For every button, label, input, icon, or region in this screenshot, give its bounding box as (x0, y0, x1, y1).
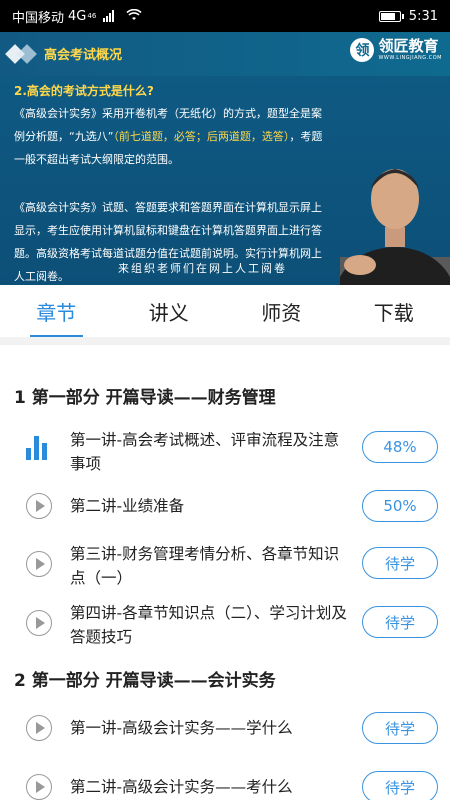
lesson-title: 第三讲-财务管理考情分析、各章节知识点（一） (70, 545, 340, 587)
brand-logo: 领 领匠教育 WWW.LINGJIANG.COM (350, 38, 442, 62)
lesson-title: 第二讲-业绩准备 (70, 497, 185, 515)
logo-url: WWW.LINGJIANG.COM (378, 55, 442, 61)
status-button[interactable]: 待学 (362, 771, 438, 800)
play-icon (26, 493, 56, 523)
section-divider (0, 337, 450, 345)
slide-paragraph-1: 《高级会计实务》采用开卷机考（无纸化）的方式，题型全是案例分析题，“九选八”（前… (14, 102, 332, 171)
slide-title: 高会考试概况 (44, 48, 123, 63)
list-item[interactable]: 第四讲-各章节知识点（二）、学习计划及答题技巧 待学 (0, 598, 450, 652)
slide-question: 2.高会的考试方式是什么? (14, 84, 154, 98)
lesson-title: 第一讲-高级会计实务——学什么 (70, 719, 293, 737)
status-button[interactable]: 待学 (362, 547, 438, 579)
tab-downloads[interactable]: 下载 (338, 285, 450, 337)
network-type: 4G (68, 8, 87, 24)
tab-bar: 章节 讲义 师资 下载 (0, 285, 450, 337)
list-item[interactable]: 第二讲-高级会计实务——考什么 待学 (0, 770, 450, 800)
logo-name: 领匠教育 (378, 37, 439, 55)
video-player[interactable]: 高会考试概况 领 领匠教育 WWW.LINGJIANG.COM 2.高会的考试方… (0, 32, 450, 285)
section-title: 2 第一部分 开篇导读——会计实务 (14, 671, 276, 691)
play-icon (26, 551, 56, 581)
list-item[interactable]: 第三讲-财务管理考情分析、各章节知识点（一） 待学 (0, 539, 450, 593)
video-subtitle: 来组织老师们在网上人工阅卷 (118, 262, 287, 275)
tab-handouts[interactable]: 讲义 (113, 285, 226, 337)
clock: 5:31 (408, 8, 438, 24)
section-title: 1 第一部分 开篇导读——财务管理 (14, 388, 276, 408)
tab-chapters[interactable]: 章节 (0, 285, 113, 337)
logo-mark-icon: 领 (350, 38, 375, 62)
tab-teachers[interactable]: 师资 (225, 285, 338, 337)
status-right: 5:31 (378, 8, 438, 24)
list-item[interactable]: 第二讲-业绩准备 50% (0, 489, 450, 529)
carrier-name: 中国移动 (12, 10, 65, 26)
play-icon (26, 774, 56, 800)
battery-icon (378, 10, 404, 22)
signal-icon (103, 10, 115, 22)
chapter-list: 1 第一部分 开篇导读——财务管理 第一讲-高会考试概述、评审流程及注意事项 4… (0, 345, 450, 800)
presenter-image (340, 169, 450, 285)
list-item[interactable]: 第一讲-高会考试概述、评审流程及注意事项 48% (0, 425, 450, 479)
list-item[interactable]: 第一讲-高级会计实务——学什么 待学 (0, 711, 450, 751)
status-button[interactable]: 待学 (362, 712, 438, 744)
status-button[interactable]: 待学 (362, 606, 438, 638)
lesson-title: 第一讲-高会考试概述、评审流程及注意事项 (70, 431, 340, 473)
status-bar: 中国移动 4G 46 5:31 (0, 0, 450, 32)
play-icon (26, 715, 56, 745)
carrier-info: 中国移动 4G 46 (12, 7, 142, 26)
para1-highlight: （前七道题，必答；后两道题，选答） (113, 130, 290, 143)
network-sup: 46 (87, 12, 97, 20)
lesson-title: 第二讲-高级会计实务——考什么 (70, 778, 293, 796)
progress-button[interactable]: 48% (362, 431, 438, 463)
bar-chart-icon (26, 436, 56, 466)
play-icon (26, 610, 56, 640)
wifi-icon (126, 8, 142, 24)
progress-button[interactable]: 50% (362, 490, 438, 522)
lesson-title: 第四讲-各章节知识点（二）、学习计划及答题技巧 (70, 604, 347, 646)
